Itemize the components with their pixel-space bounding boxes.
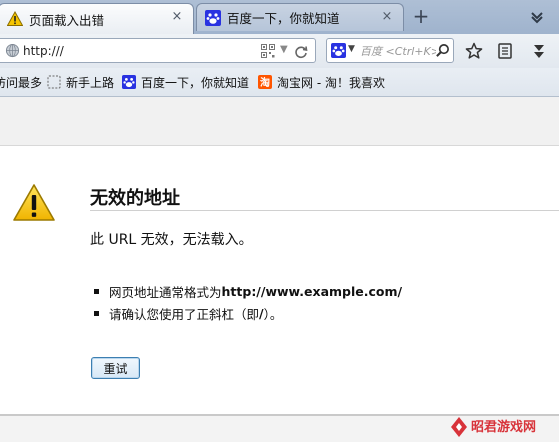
baidu-paw-icon	[205, 9, 221, 26]
search-bar[interactable]: ▼	[326, 38, 454, 63]
warning-triangle-icon	[13, 184, 55, 221]
search-input[interactable]	[360, 42, 436, 60]
tab-label: 百度一下，你就知道	[227, 11, 340, 26]
menu-icon[interactable]	[530, 42, 548, 60]
baidu-paw-icon[interactable]	[331, 43, 346, 58]
tab-strip: 页面载入出错 × 百度一下，你就知道 × +	[0, 0, 559, 35]
warning-icon	[7, 11, 23, 26]
list-item: 网页地址通常格式为 http://www.example.com/	[94, 280, 402, 302]
dashed-box-icon	[47, 75, 61, 89]
bookmarks-toolbar: 访问最多 新手上路 百度一下，你就知道 淘 淘宝网 - 淘！我喜欢	[0, 68, 559, 97]
retry-button[interactable]: 重试	[91, 357, 140, 379]
error-page: 无效的地址 此 URL 无效，无法载入。 网页地址通常格式为 http://ww…	[0, 146, 559, 415]
bookmark-taobao[interactable]: 淘 淘宝网 - 淘！我喜欢	[258, 73, 385, 91]
navigation-toolbar: ▼ ▼	[0, 34, 559, 68]
reload-icon[interactable]	[294, 41, 308, 63]
tab-label: 页面载入出错	[29, 12, 105, 28]
taobao-icon: 淘	[258, 75, 272, 89]
bullet-icon	[94, 310, 99, 316]
bookmark-label: 访问最多	[0, 75, 43, 90]
error-short-description: 此 URL 无效，无法载入。	[90, 232, 253, 248]
globe-icon	[5, 43, 20, 58]
example-url: http://www.example.com/	[221, 283, 403, 299]
search-icon[interactable]	[435, 43, 450, 58]
watermark-logo: 昭君游戏网	[451, 417, 536, 437]
url-input[interactable]	[23, 42, 223, 60]
qr-code-icon[interactable]	[261, 44, 275, 58]
baidu-paw-icon	[122, 75, 136, 89]
list-item-text: 请确认您使用了正斜杠（即	[109, 306, 260, 322]
list-item-suffix: ）。	[263, 306, 283, 322]
svg-text:淘: 淘	[260, 76, 270, 89]
error-title: 无效的地址	[90, 188, 180, 209]
list-item-text: 网页地址通常格式为	[109, 284, 222, 300]
search-engine-dropdown-icon[interactable]: ▼	[348, 44, 355, 54]
bookmark-label: 新手上路	[66, 75, 115, 90]
watermark-text: 昭君游戏网	[471, 419, 536, 435]
bullet-icon	[94, 288, 99, 294]
list-item: 请确认您使用了正斜杠（即 /）。	[94, 302, 402, 324]
bookmark-star-icon[interactable]	[465, 42, 483, 60]
bookmark-label: 淘宝网 - 淘！我喜欢	[277, 75, 385, 90]
tab-baidu[interactable]: 百度一下，你就知道 ×	[196, 3, 404, 31]
page-top-strip	[0, 97, 559, 146]
new-tab-button[interactable]: +	[406, 4, 436, 30]
url-bar[interactable]: ▼	[0, 38, 316, 63]
bookmarks-menu-icon[interactable]	[496, 42, 514, 60]
title-divider	[90, 210, 559, 211]
tab-page-load-error[interactable]: 页面载入出错 ×	[0, 3, 194, 34]
tab-list-icon[interactable]	[526, 6, 548, 26]
bookmark-baidu[interactable]: 百度一下，你就知道	[122, 73, 249, 91]
bookmark-getting-started[interactable]: 新手上路	[47, 73, 114, 91]
url-history-dropdown-icon[interactable]: ▼	[280, 44, 288, 55]
close-tab-icon[interactable]: ×	[170, 10, 184, 24]
bookmark-most-visited[interactable]: 访问最多	[0, 73, 42, 91]
error-long-description: 网页地址通常格式为 http://www.example.com/ 请确认您使用…	[94, 280, 402, 324]
close-tab-icon[interactable]: ×	[380, 10, 394, 24]
bookmark-label: 百度一下，你就知道	[141, 75, 250, 90]
